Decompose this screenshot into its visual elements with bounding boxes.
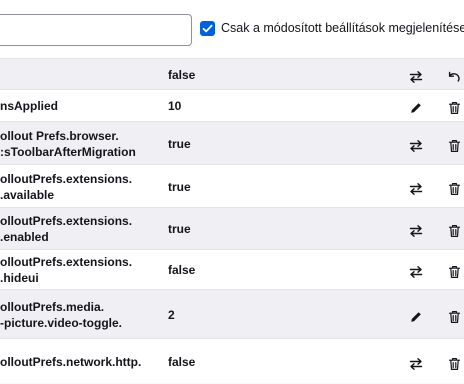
pref-value: false: [168, 354, 196, 369]
pref-value: true: [168, 222, 191, 236]
trash-icon: [448, 139, 461, 153]
search-input[interactable]: [0, 14, 192, 46]
pref-value: 10: [168, 99, 182, 113]
toggle-icon: [409, 182, 423, 196]
pref-name: olloutPrefs.extensions. .available: [0, 171, 133, 202]
pref-name: olloutPrefs.network.http.: [0, 354, 142, 369]
pref-name: ollout Prefs.browser. :sToolbarAfterMigr…: [0, 128, 136, 159]
pref-name: nsApplied: [0, 99, 59, 113]
trash-icon: [448, 101, 461, 115]
trash-icon: [448, 224, 461, 238]
toggle-button[interactable]: [404, 260, 428, 284]
table-row: nsApplied 10: [0, 89, 464, 121]
table-row: olloutPrefs.extensions. .available true: [0, 164, 464, 207]
table-row: olloutPrefs.media. -picture.video-toggle…: [0, 289, 464, 338]
delete-button[interactable]: [442, 260, 464, 284]
pref-name: olloutPrefs.media. -picture.video-toggle…: [0, 299, 123, 330]
search-header: Csak a módosított beállítások megjelenít…: [0, 0, 464, 58]
trash-icon: [448, 265, 461, 279]
table-row: olloutPrefs.extensions. .hideui false: [0, 249, 464, 289]
trash-icon: [448, 310, 461, 324]
reset-button[interactable]: [442, 65, 464, 89]
toggle-icon: [409, 357, 423, 371]
toggle-icon: [409, 139, 423, 153]
delete-button[interactable]: [442, 134, 464, 158]
toggle-icon: [409, 224, 423, 238]
pref-value: true: [168, 136, 191, 151]
trash-icon: [448, 182, 461, 196]
pref-value: 2: [168, 307, 175, 322]
pref-value: false: [168, 67, 196, 82]
table-row: olloutPrefs.extensions. .enabled true: [0, 207, 464, 249]
toggle-button[interactable]: [404, 65, 428, 89]
toggle-button[interactable]: [404, 134, 428, 158]
pref-name: olloutPrefs.extensions. .enabled: [0, 214, 133, 244]
table-row: olloutPrefs.network.http. false: [0, 338, 464, 383]
delete-button[interactable]: [442, 96, 464, 120]
reset-icon: [447, 70, 461, 84]
delete-button[interactable]: [442, 219, 464, 243]
table-row: false: [0, 58, 464, 89]
pref-name: olloutPrefs.extensions. .hideui: [0, 255, 133, 285]
delete-button[interactable]: [442, 305, 464, 329]
toggle-button[interactable]: [404, 219, 428, 243]
checkmark-icon: [202, 24, 213, 33]
pref-value: true: [168, 179, 191, 194]
table-row: ollout Prefs.browser. :sToolbarAfterMigr…: [0, 121, 464, 164]
toggle-icon: [409, 70, 423, 84]
edit-button[interactable]: [404, 305, 428, 329]
trash-icon: [448, 357, 461, 371]
toggle-icon: [409, 265, 423, 279]
modified-only-label[interactable]: Csak a módosított beállítások megjelenít…: [221, 21, 464, 35]
toggle-button[interactable]: [404, 177, 428, 201]
edit-icon: [409, 101, 423, 115]
pref-value: false: [168, 263, 196, 277]
delete-button[interactable]: [442, 177, 464, 201]
modified-only-checkbox[interactable]: [200, 21, 215, 36]
edit-button[interactable]: [404, 96, 428, 120]
pref-name: [0, 59, 162, 90]
edit-icon: [409, 310, 423, 324]
